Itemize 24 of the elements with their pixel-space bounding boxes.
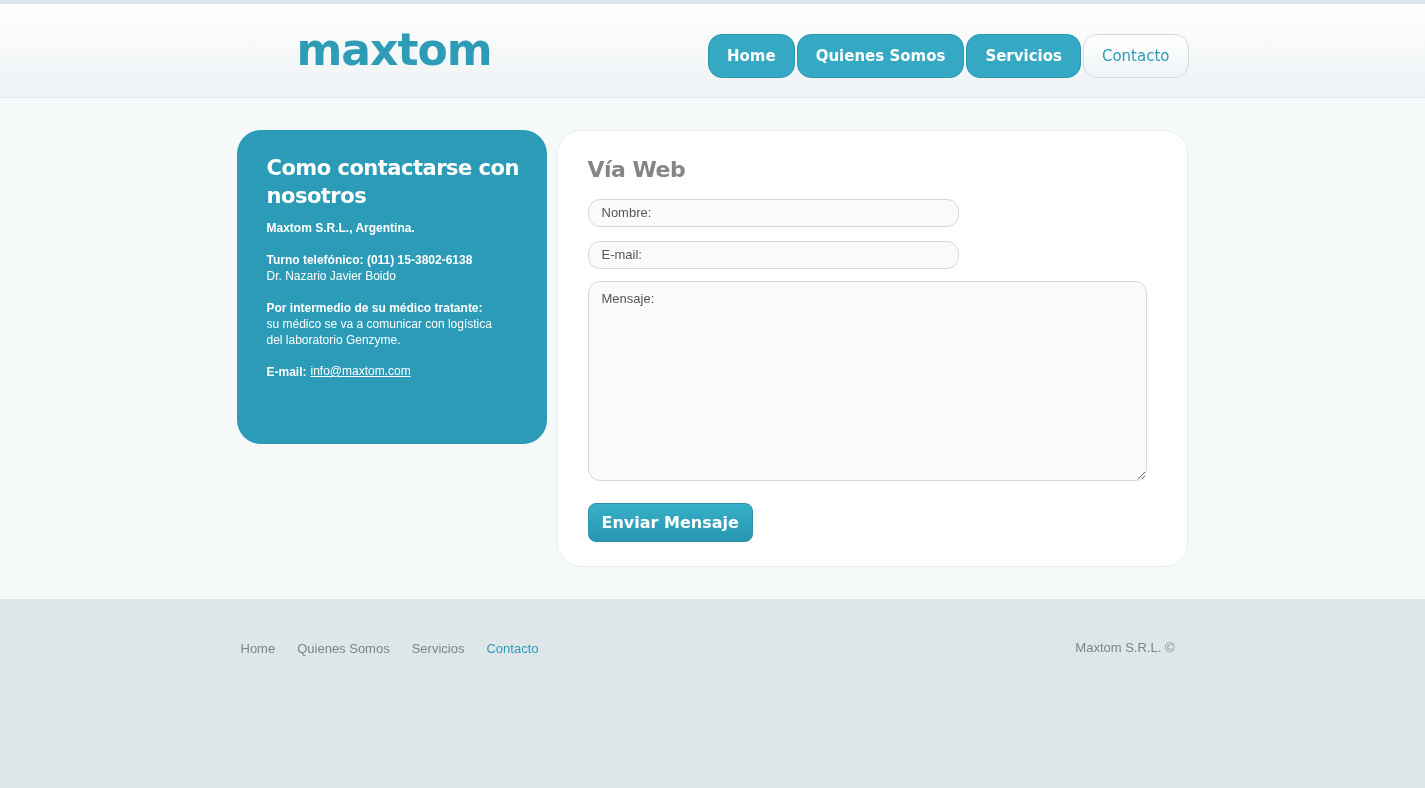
- footer-link[interactable]: Home: [240, 641, 276, 656]
- nav-tab[interactable]: Contacto: [1082, 34, 1189, 78]
- info-text: del laboratorio Genzyme.: [266, 332, 402, 348]
- logo[interactable]: maxtom: [296, 28, 492, 72]
- footer-link[interactable]: Servicios: [411, 641, 465, 656]
- text-field[interactable]: E-mail:: [587, 240, 959, 269]
- email-link[interactable]: info@maxtom.com: [310, 364, 411, 380]
- card-title: Como contactarse con nosotros: [266, 155, 520, 210]
- info-text: su médico se va a comunicar con logística: [266, 316, 493, 332]
- text-field[interactable]: Nombre:: [587, 199, 959, 227]
- form-title: Vía Web: [587, 156, 686, 184]
- footer-link[interactable]: Contacto: [486, 641, 539, 656]
- submit-button[interactable]: Enviar Mensaje: [587, 503, 753, 542]
- message-field[interactable]: Mensaje:: [587, 280, 1147, 482]
- info-text: Turno telefónico: (011) 15-3802-6138: [266, 252, 474, 268]
- copyright-text: Maxtom S.R.L. ©: [1075, 640, 1175, 655]
- info-text: Maxtom S.R.L., Argentina.: [266, 220, 416, 236]
- nav-tab[interactable]: Servicios: [966, 34, 1081, 78]
- nav-tab[interactable]: Quienes Somos: [796, 34, 965, 78]
- info-text: Dr. Nazario Javier Boido: [266, 268, 397, 284]
- nav-tab[interactable]: Home: [708, 34, 795, 78]
- email-label: E-mail:: [266, 364, 307, 380]
- info-text: Por intermedio de su médico tratante:: [266, 300, 484, 316]
- footer-link[interactable]: Quienes Somos: [297, 641, 390, 656]
